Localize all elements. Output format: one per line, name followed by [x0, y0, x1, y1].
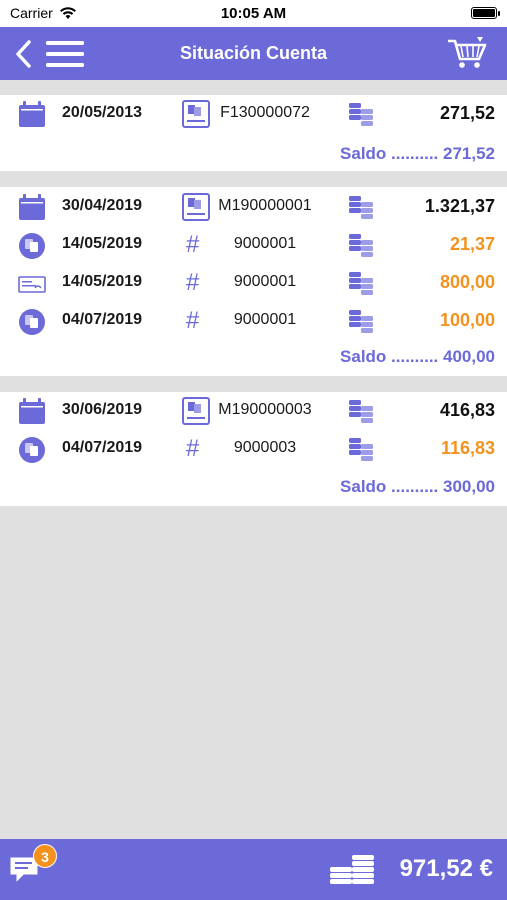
- transaction-amount: 416,83: [439, 400, 495, 420]
- transaction-reference: M190000001: [218, 197, 312, 214]
- transaction-date: 04/07/2019: [62, 311, 143, 328]
- total-balance: 971,52 €: [399, 855, 493, 882]
- transaction-reference: 9000001: [233, 311, 297, 328]
- transaction-amount: 800,00: [439, 272, 495, 292]
- status-bar: Carrier 10:05 AM: [0, 0, 507, 27]
- transaction-row[interactable]: 14/05/2019 # 9000001 800,00: [0, 264, 507, 302]
- transaction-reference: 9000001: [233, 235, 297, 252]
- balance-summary: Saldo .......... 300,00: [340, 477, 495, 496]
- footer-bar: 3 971,52 €: [0, 839, 507, 900]
- transaction-row[interactable]: 14/05/2019 # 9000001 21,37: [0, 226, 507, 264]
- hash-icon: #: [186, 269, 200, 296]
- coins-icon: [349, 400, 373, 423]
- coins-icon: [349, 310, 373, 333]
- check-icon: [18, 276, 46, 293]
- coins-icon: [349, 234, 373, 257]
- coins-icon: [349, 103, 373, 126]
- coins-icon: [349, 438, 373, 461]
- hash-icon: #: [186, 435, 200, 462]
- transaction-date: 04/07/2019: [62, 439, 143, 456]
- account-group-3: 30/06/2019 M190000003 416,83 04/07/2019 …: [0, 392, 507, 506]
- transaction-amount: 21,37: [449, 234, 495, 254]
- transaction-amount: 1.321,37: [424, 196, 495, 216]
- payment-circle-icon: [19, 309, 45, 335]
- calendar-icon: [19, 101, 45, 127]
- transaction-reference: M190000003: [218, 401, 312, 418]
- transaction-row[interactable]: 04/07/2019 # 9000003 116,83: [0, 430, 507, 468]
- transaction-amount: 100,00: [439, 310, 495, 330]
- cart-icon[interactable]: [447, 36, 487, 70]
- calendar-icon: [19, 194, 45, 220]
- coins-icon: [349, 196, 373, 219]
- page-title: Situación Cuenta: [179, 43, 327, 63]
- account-group-2: 30/04/2019 M190000001 1.321,37 14/05/201…: [0, 187, 507, 376]
- transaction-reference: 9000003: [233, 439, 297, 456]
- payment-circle-icon: [19, 233, 45, 259]
- coins-icon: [349, 272, 373, 295]
- hash-icon: #: [186, 231, 200, 258]
- transaction-amount: 116,83: [440, 438, 495, 458]
- coins-stack-icon: [330, 855, 374, 884]
- transaction-date: 30/06/2019: [62, 401, 143, 418]
- invoice-icon: [182, 100, 210, 128]
- transaction-row[interactable]: 04/07/2019 # 9000001 100,00: [0, 302, 507, 340]
- notification-badge: 3: [33, 844, 57, 868]
- invoice-icon: [182, 397, 210, 425]
- calendar-icon: [19, 398, 45, 424]
- hash-icon: #: [186, 307, 200, 334]
- payment-circle-icon: [19, 437, 45, 463]
- balance-summary: Saldo .......... 400,00: [340, 347, 495, 366]
- balance-summary: Saldo .......... 271,52: [340, 144, 495, 163]
- transaction-date: 14/05/2019: [62, 273, 143, 290]
- transaction-date: 14/05/2019: [62, 235, 143, 252]
- transaction-date: 20/05/2013: [62, 104, 143, 121]
- transaction-row[interactable]: 20/05/2013 F130000072 271,52: [0, 95, 507, 133]
- nav-bar: Situación Cuenta: [0, 27, 507, 80]
- transaction-date: 30/04/2019: [62, 197, 143, 214]
- account-group-1: 20/05/2013 F130000072 271,52 Saldo .....…: [0, 95, 507, 171]
- battery-icon: [471, 7, 500, 19]
- transaction-reference: 9000001: [233, 273, 297, 290]
- transaction-row[interactable]: 30/04/2019 M190000001 1.321,37: [0, 188, 507, 226]
- invoice-icon: [182, 193, 210, 221]
- transaction-reference: F130000072: [220, 104, 310, 121]
- transaction-amount: 271,52: [439, 103, 495, 123]
- status-time: 10:05 AM: [220, 5, 287, 22]
- transaction-row[interactable]: 30/06/2019 M190000003 416,83: [0, 392, 507, 430]
